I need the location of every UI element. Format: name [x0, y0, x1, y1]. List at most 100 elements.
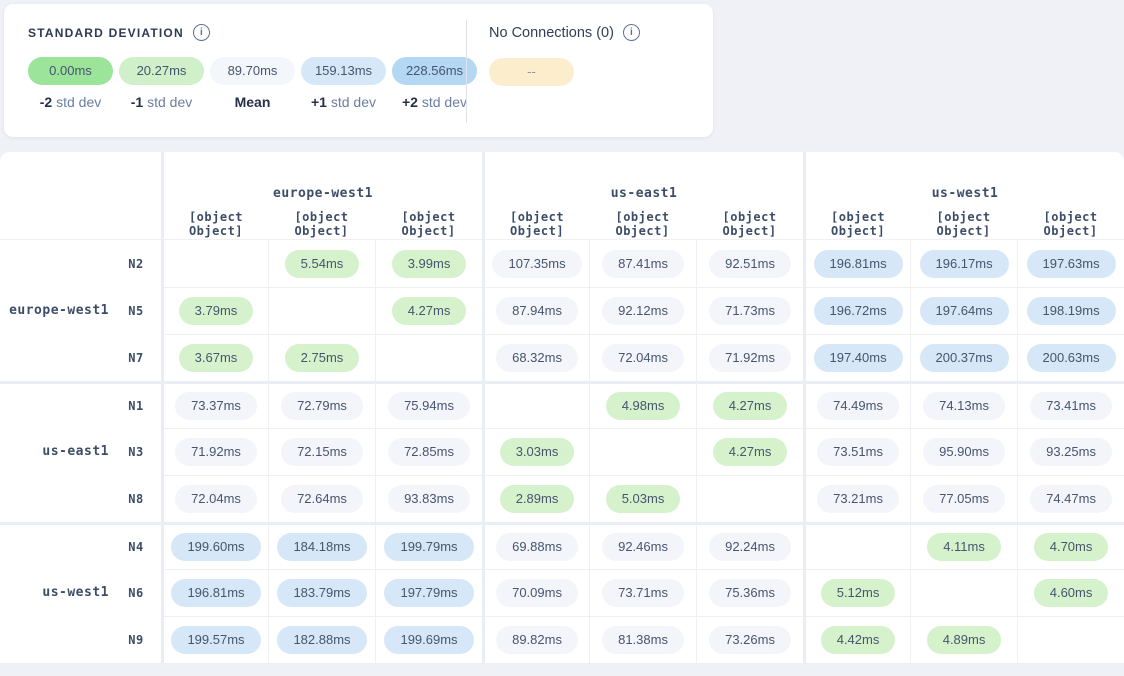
latency-cell[interactable]: 4.42ms [803, 616, 910, 663]
latency-cell[interactable]: 73.26ms [696, 616, 803, 663]
latency-cell[interactable] [910, 569, 1017, 616]
latency-cell[interactable]: 74.47ms [1017, 475, 1124, 522]
latency-cell[interactable]: 72.15ms [268, 428, 375, 475]
latency-cell[interactable]: 5.03ms [589, 475, 696, 522]
latency-cell[interactable]: 93.25ms [1017, 428, 1124, 475]
latency-pill: 93.83ms [388, 485, 470, 513]
latency-cell[interactable]: 3.99ms [375, 240, 482, 287]
latency-cell[interactable]: 73.71ms [589, 569, 696, 616]
latency-cell[interactable]: 182.88ms [268, 616, 375, 663]
latency-cell[interactable]: 73.51ms [803, 428, 910, 475]
latency-cell[interactable]: 71.73ms [696, 287, 803, 334]
latency-cell[interactable]: 95.90ms [910, 428, 1017, 475]
latency-cell[interactable] [375, 334, 482, 381]
column-node-header: [object Object] [803, 209, 910, 240]
latency-cell[interactable]: 196.17ms [910, 240, 1017, 287]
latency-cell[interactable] [482, 381, 589, 428]
latency-cell[interactable]: 2.89ms [482, 475, 589, 522]
latency-cell[interactable]: 69.88ms [482, 522, 589, 569]
latency-cell[interactable]: 197.64ms [910, 287, 1017, 334]
latency-cell[interactable]: 2.75ms [268, 334, 375, 381]
info-icon[interactable]: i [193, 24, 210, 41]
latency-cell[interactable]: 4.27ms [696, 428, 803, 475]
info-icon[interactable]: i [623, 24, 640, 41]
latency-cell[interactable]: 200.63ms [1017, 334, 1124, 381]
no-connections-panel: No Connections (0) i -- [467, 4, 713, 137]
row-group-region-label: us-east1 [0, 428, 111, 475]
latency-pill: 69.88ms [496, 533, 578, 561]
latency-cell[interactable]: 74.13ms [910, 381, 1017, 428]
latency-cell[interactable]: 4.60ms [1017, 569, 1124, 616]
latency-cell[interactable]: 93.83ms [375, 475, 482, 522]
latency-cell[interactable]: 5.54ms [268, 240, 375, 287]
latency-cell[interactable]: 77.05ms [910, 475, 1017, 522]
latency-pill: 182.88ms [277, 626, 366, 654]
latency-cell[interactable]: 72.85ms [375, 428, 482, 475]
latency-cell[interactable]: 183.79ms [268, 569, 375, 616]
latency-cell[interactable]: 184.18ms [268, 522, 375, 569]
latency-cell[interactable]: 71.92ms [696, 334, 803, 381]
latency-cell[interactable]: 4.27ms [696, 381, 803, 428]
latency-cell[interactable]: 87.41ms [589, 240, 696, 287]
latency-pill: 75.94ms [388, 392, 470, 420]
latency-cell[interactable]: 4.98ms [589, 381, 696, 428]
latency-cell[interactable]: 70.09ms [482, 569, 589, 616]
latency-cell[interactable]: 72.64ms [268, 475, 375, 522]
latency-cell[interactable]: 71.92ms [161, 428, 268, 475]
latency-cell[interactable]: 196.81ms [803, 240, 910, 287]
latency-pill: 92.24ms [709, 533, 791, 561]
latency-cell[interactable] [589, 428, 696, 475]
latency-cell[interactable]: 196.72ms [803, 287, 910, 334]
latency-cell[interactable]: 199.57ms [161, 616, 268, 663]
latency-cell[interactable]: 4.70ms [1017, 522, 1124, 569]
latency-cell[interactable]: 199.69ms [375, 616, 482, 663]
latency-cell[interactable]: 72.04ms [161, 475, 268, 522]
latency-cell[interactable]: 197.40ms [803, 334, 910, 381]
latency-cell[interactable]: 87.94ms [482, 287, 589, 334]
latency-cell[interactable]: 81.38ms [589, 616, 696, 663]
latency-cell[interactable]: 198.19ms [1017, 287, 1124, 334]
latency-cell[interactable]: 3.03ms [482, 428, 589, 475]
latency-cell[interactable]: 107.35ms [482, 240, 589, 287]
latency-pill: 72.04ms [602, 344, 684, 372]
legend-pill: 0.00ms [28, 57, 113, 85]
latency-cell[interactable]: 75.94ms [375, 381, 482, 428]
latency-cell[interactable]: 73.21ms [803, 475, 910, 522]
latency-cell[interactable]: 4.11ms [910, 522, 1017, 569]
latency-cell[interactable]: 199.79ms [375, 522, 482, 569]
latency-cell[interactable]: 200.37ms [910, 334, 1017, 381]
latency-pill: 200.37ms [920, 344, 1009, 372]
latency-cell[interactable]: 74.49ms [803, 381, 910, 428]
latency-cell[interactable]: 72.04ms [589, 334, 696, 381]
latency-cell[interactable]: 72.79ms [268, 381, 375, 428]
latency-cell[interactable]: 73.41ms [1017, 381, 1124, 428]
latency-cell[interactable]: 4.89ms [910, 616, 1017, 663]
latency-cell[interactable] [696, 475, 803, 522]
latency-cell[interactable] [268, 287, 375, 334]
latency-cell[interactable]: 197.63ms [1017, 240, 1124, 287]
latency-cell[interactable]: 89.82ms [482, 616, 589, 663]
latency-cell[interactable] [803, 522, 910, 569]
latency-cell[interactable]: 92.51ms [696, 240, 803, 287]
latency-cell[interactable]: 92.12ms [589, 287, 696, 334]
latency-pill: 4.42ms [821, 626, 896, 654]
latency-cell[interactable]: 3.79ms [161, 287, 268, 334]
latency-cell[interactable]: 5.12ms [803, 569, 910, 616]
latency-cell[interactable]: 4.27ms [375, 287, 482, 334]
latency-cell[interactable]: 3.67ms [161, 334, 268, 381]
latency-cell[interactable] [1017, 616, 1124, 663]
latency-pill: 95.90ms [923, 438, 1005, 466]
latency-cell[interactable]: 92.46ms [589, 522, 696, 569]
latency-cell[interactable]: 197.79ms [375, 569, 482, 616]
latency-pill: 72.04ms [175, 485, 257, 513]
legend-stop-label: -1 std dev [119, 94, 204, 110]
latency-cell[interactable]: 75.36ms [696, 569, 803, 616]
latency-pill: 197.79ms [384, 579, 473, 607]
row-node-label: N3 [111, 428, 161, 475]
latency-cell[interactable]: 199.60ms [161, 522, 268, 569]
latency-cell[interactable]: 92.24ms [696, 522, 803, 569]
latency-cell[interactable]: 68.32ms [482, 334, 589, 381]
latency-cell[interactable]: 196.81ms [161, 569, 268, 616]
latency-cell[interactable]: 73.37ms [161, 381, 268, 428]
latency-cell[interactable] [161, 240, 268, 287]
